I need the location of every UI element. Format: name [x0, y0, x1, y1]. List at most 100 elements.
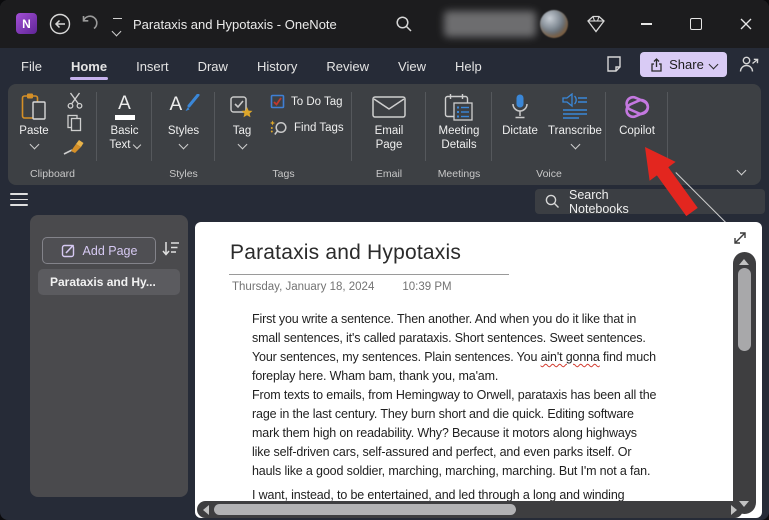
email-page-label2: Page: [375, 139, 403, 151]
premium-gem-icon: [587, 15, 605, 33]
tab-history[interactable]: History: [256, 50, 298, 83]
basic-text-icon: A: [114, 90, 135, 124]
maximize-icon: [690, 18, 702, 30]
chevron-down-icon: [570, 139, 580, 150]
meet-now-button[interactable]: [739, 55, 760, 73]
maximize-button[interactable]: [678, 8, 714, 40]
side-note-button[interactable]: [604, 54, 624, 74]
find-tags-icon: [270, 120, 287, 135]
text-line: Your sentences, my sentences. Plain sent…: [252, 350, 656, 364]
group-label-tags: Tags: [272, 168, 295, 180]
text-line: First you write a sentence. Then another…: [252, 312, 637, 326]
tag-icon: [229, 90, 255, 124]
horizontal-scroll-thumb[interactable]: [214, 504, 516, 515]
group-label-styles: Styles: [169, 168, 198, 180]
paste-button[interactable]: Paste: [12, 90, 56, 150]
paste-label: Paste: [19, 125, 49, 137]
add-page-button[interactable]: Add Page: [42, 237, 156, 264]
hamburger-icon: [10, 193, 28, 195]
group-clipboard: Paste Clipboard: [8, 84, 97, 185]
scroll-up-arrow[interactable]: [739, 259, 749, 265]
title-bar: N Parataxis and Hypotaxis - OneNote: [0, 0, 769, 48]
tag-button[interactable]: Tag: [221, 90, 263, 150]
back-button[interactable]: [48, 12, 72, 36]
group-label-voice: Voice: [536, 168, 562, 180]
page-canvas[interactable]: Parataxis and Hypotaxis Thursday, Januar…: [195, 222, 762, 518]
back-icon: [49, 13, 71, 35]
scroll-left-arrow[interactable]: [203, 505, 209, 515]
page-date: Thursday, January 18, 2024: [232, 281, 375, 293]
page-list-item[interactable]: Parataxis and Hy...: [38, 269, 180, 295]
search-icon: [545, 194, 559, 208]
share-icon: [651, 57, 662, 72]
group-label-meetings: Meetings: [437, 168, 481, 180]
share-label: Share: [669, 57, 704, 72]
person-arrow-icon: [739, 56, 759, 72]
collapse-ribbon-chevron[interactable]: [736, 165, 747, 176]
dictate-microphone-icon: [510, 90, 530, 124]
basic-text-button[interactable]: A Basic Text: [97, 90, 152, 152]
text-line: small sentences, it's called parataxis. …: [252, 331, 646, 345]
tab-insert[interactable]: Insert: [135, 50, 170, 83]
styles-button[interactable]: A Styles: [152, 90, 215, 150]
minimize-icon: [640, 23, 652, 25]
group-label-email: Email: [375, 168, 403, 180]
page-title[interactable]: Parataxis and Hypotaxis: [230, 241, 461, 265]
find-tags-label: Find Tags: [294, 122, 344, 134]
todo-tag-button[interactable]: To Do Tag: [270, 94, 343, 109]
basic-text-label2: Text: [109, 138, 141, 152]
dictate-label: Dictate: [502, 125, 538, 137]
group-label-clipboard: Clipboard: [30, 168, 75, 180]
search-icon: [396, 16, 412, 32]
copy-button[interactable]: [66, 114, 83, 132]
styles-icon: A: [169, 90, 199, 124]
format-painter-button[interactable]: [62, 138, 85, 155]
share-button[interactable]: Share: [640, 52, 727, 77]
premium-button[interactable]: [584, 14, 608, 34]
tab-help[interactable]: Help: [454, 50, 483, 83]
copilot-label: Copilot: [619, 125, 655, 137]
transcribe-button[interactable]: Transcribe: [546, 90, 604, 150]
account-name-redacted: [444, 11, 536, 37]
undo-button[interactable]: [78, 15, 98, 33]
avatar[interactable]: [540, 10, 568, 38]
full-page-view-button[interactable]: [732, 230, 748, 246]
styles-label: Styles: [167, 125, 200, 137]
compose-icon: [61, 244, 74, 258]
minimize-button[interactable]: [628, 8, 664, 40]
window-title: Parataxis and Hypotaxis - OneNote: [133, 16, 337, 32]
sort-pages-button[interactable]: [161, 240, 181, 258]
text-line: rage in the last century. They burn shor…: [252, 407, 634, 421]
tab-review[interactable]: Review: [325, 50, 370, 83]
group-styles: A Styles Styles: [152, 84, 215, 185]
basic-text-label1: Basic: [110, 125, 139, 137]
close-icon: [740, 18, 752, 30]
close-button[interactable]: [728, 8, 764, 40]
vertical-scroll-thumb[interactable]: [738, 268, 751, 351]
horizontal-scrollbar[interactable]: [197, 501, 743, 518]
find-tags-button[interactable]: Find Tags: [270, 120, 344, 136]
meeting-details-button[interactable]: Meeting Details: [426, 90, 492, 152]
page-editor[interactable]: First you write a sentence. Then another…: [252, 310, 732, 505]
tab-view[interactable]: View: [397, 50, 427, 83]
title-underline: [229, 274, 509, 275]
vertical-scrollbar[interactable]: [733, 252, 756, 514]
navigation-menu-button[interactable]: [10, 193, 28, 206]
tab-file[interactable]: File: [20, 50, 43, 83]
copilot-icon: [619, 90, 655, 124]
titlebar-search-button[interactable]: [395, 15, 413, 33]
page-list-panel: Add Page Parataxis and Hy...: [30, 215, 188, 497]
tab-home[interactable]: Home: [69, 50, 109, 83]
quick-access-toolbar-menu[interactable]: [110, 18, 124, 40]
dictate-button[interactable]: Dictate: [494, 90, 546, 138]
onenote-window: N Parataxis and Hypotaxis - OneNote File…: [0, 0, 769, 520]
page-meta: Thursday, January 18, 2024 10:39 PM: [232, 281, 452, 293]
cut-button[interactable]: [66, 92, 84, 109]
transcribe-icon: [561, 90, 589, 124]
email-page-button[interactable]: Email Page: [352, 90, 426, 152]
copilot-button[interactable]: Copilot: [606, 90, 668, 138]
scroll-right-arrow[interactable]: [731, 505, 737, 515]
tab-draw[interactable]: Draw: [197, 50, 229, 83]
group-meetings: Meeting Details Meetings: [426, 84, 492, 185]
expand-diagonal-icon: [734, 232, 746, 244]
